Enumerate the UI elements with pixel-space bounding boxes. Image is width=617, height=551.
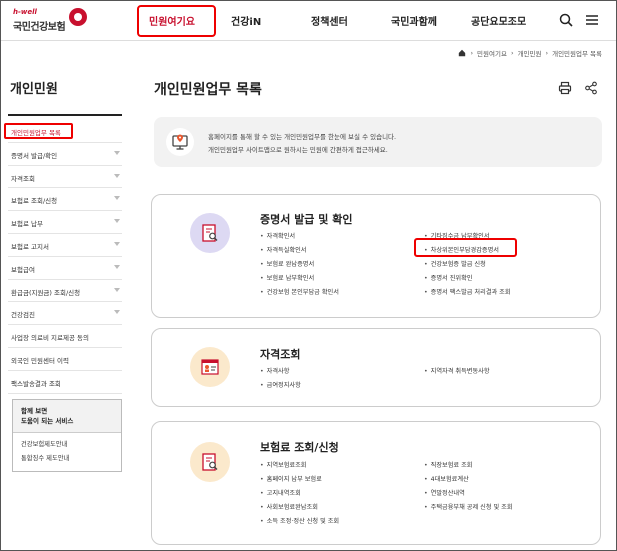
sidebar-item-label: 사업장 의료비 지료제공 동의 (11, 334, 89, 343)
related-services-title-line1: 함께 보면 (21, 407, 48, 415)
section-title: 증명서 발급 및 확인 (260, 213, 353, 226)
nav-item-with-people[interactable]: 국민과함께 (391, 13, 437, 28)
menu-icon[interactable] (584, 12, 600, 28)
section-card-eligibility: 자격조회 자격사항 급여정지사항 지역자격 취득변동사항 (151, 328, 601, 407)
sidebar-item-premium-payment[interactable]: 보험료 납부 (8, 211, 122, 234)
link-insurance-card-request[interactable]: 건강보험증 발급 신청 (424, 259, 486, 268)
chevron-down-icon (114, 150, 120, 155)
link-year-end-settlement[interactable]: 연말정산내역 (424, 488, 465, 497)
section-title: 자격조회 (260, 348, 301, 361)
share-icon[interactable] (584, 81, 598, 95)
sidebar-item-label: 외국인 민원센터 이력 (11, 356, 69, 365)
sidebar-item-label: 환급금(지원금) 조회/신청 (11, 288, 81, 297)
link-regional-eligibility-changes[interactable]: 지역자격 취득변동사항 (424, 366, 490, 375)
sidebar-item-label: 보험급여 (11, 265, 35, 274)
sidebar-item-label: 보험료 고지서 (11, 242, 49, 251)
sidebar-item-refunds[interactable]: 환급금(지원금) 조회/신청 (8, 280, 122, 303)
link-four-insurance-calculator[interactable]: 4대보험료계산 (424, 474, 469, 483)
logo-text: 국민건강보험 (13, 22, 66, 33)
link-income-adjustment[interactable]: 소득 조정·정산 신청 및 조회 (260, 516, 339, 525)
search-icon[interactable] (558, 12, 574, 28)
link-eligibility-certificate[interactable]: 자격확인서 (260, 231, 295, 240)
link-workplace-premium[interactable]: 직장보험료 조회 (424, 460, 473, 469)
breadcrumb-separator: › (510, 49, 514, 57)
site-header: h-well 국민건강보험 민원여기요 건강iN 정책센터 국민과함께 공단요모… (1, 1, 616, 41)
link-benefit-suspension[interactable]: 급여정지사항 (260, 380, 301, 389)
link-homepage-paid-premium[interactable]: 홈페이지 납부 보험료 (260, 474, 322, 483)
sidebar-item-label: 팩스발송결과 조회 (11, 379, 61, 388)
breadcrumb-item-current: 개인민원업무 목록 (552, 50, 602, 58)
related-services-title-line2: 도움이 되는 서비스 (21, 417, 74, 425)
notice-text-line1: 홈페이지를 통해 할 수 있는 개인민원업무를 한눈에 보실 수 있습니다. (208, 133, 397, 141)
section-title: 보험료 조회/신청 (260, 441, 339, 454)
monitor-icon (166, 128, 194, 156)
sidebar-item-label: 보험료 납부 (11, 220, 43, 229)
section-card-certificates: 증명서 발급 및 확인 자격확인서 자격득실확인서 보험료 완납증명서 보험료 … (151, 194, 601, 318)
premium-search-icon (190, 442, 230, 482)
sidebar-item-premium-notice[interactable]: 보험료 고지서 (8, 234, 122, 257)
chevron-down-icon (114, 310, 120, 315)
sidebar-divider (8, 114, 122, 116)
sidebar-item-label: 증명서 발급/확인 (11, 151, 58, 160)
sidebar-menu: 개인민원업무 목록 증명서 발급/확인 자격조회 보험료 조회/신청 보험료 납… (8, 120, 122, 394)
breadcrumb-separator: › (470, 49, 474, 57)
sidebar-item-label: 자격조회 (11, 174, 35, 183)
page-title: 개인민원업무 목록 (154, 82, 262, 98)
chevron-down-icon (114, 241, 120, 246)
nav-highlight-box (137, 5, 216, 37)
id-card-icon (190, 347, 230, 387)
link-housing-debt-deduction[interactable]: 주택금융부채 공제 신청 및 조회 (424, 502, 513, 511)
link-regional-premium[interactable]: 지역보험료조회 (260, 460, 307, 469)
link-eligibility-status[interactable]: 자격사항 (260, 366, 290, 375)
related-services-title: 함께 보면 도움이 되는 서비스 (13, 400, 121, 433)
nav-item-health-in[interactable]: 건강iN (231, 13, 261, 28)
sidebar-item-eligibility[interactable]: 자격조회 (8, 166, 122, 189)
related-link-integrated-collection[interactable]: 통합징수 제도안내 (21, 453, 69, 462)
breadcrumb-item-complaints[interactable]: 민원여기요 (477, 48, 507, 58)
sidebar-title: 개인민원 (10, 82, 58, 97)
link-certificate-verify[interactable]: 증명서 진위확인 (424, 273, 473, 282)
sidebar-item-label: 건강검진 (11, 311, 35, 320)
logo-mark-icon (69, 8, 87, 26)
sidebar-item-benefits[interactable]: 보험급여 (8, 257, 122, 280)
notice-text-line2: 개인민원업무 사이트맵으로 원하시는 민원에 간편하게 접근하세요. (208, 146, 388, 154)
certificate-search-icon (190, 213, 230, 253)
chevron-down-icon (114, 196, 120, 201)
nav-item-nhis-info[interactable]: 공단요모조모 (471, 13, 526, 28)
breadcrumb: › 민원여기요 › 개인민원 › 개인민원업무 목록 (458, 48, 602, 58)
sidebar-highlight-box (4, 123, 73, 139)
link-eligibility-history[interactable]: 자격득실확인서 (260, 245, 307, 254)
sidebar-item-fax-result[interactable]: 팩스발송결과 조회 (8, 371, 122, 394)
item-highlight-box (414, 238, 517, 257)
sidebar-item-checkup[interactable]: 건강검진 (8, 302, 122, 326)
site-logo[interactable]: h-well 국민건강보험 (13, 8, 93, 36)
chevron-down-icon (114, 219, 120, 224)
related-services-box: 함께 보면 도움이 되는 서비스 건강보험제도안내 통합징수 제도안내 (12, 399, 122, 472)
home-icon[interactable] (458, 49, 466, 57)
sidebar-item-foreigner-center[interactable]: 외국인 민원센터 이력 (8, 348, 122, 371)
breadcrumb-separator: › (545, 49, 549, 57)
nav-item-policy-center[interactable]: 정책센터 (311, 13, 348, 28)
logo-tagline: h-well (13, 8, 37, 16)
sidebar-item-certificates[interactable]: 증명서 발급/확인 (8, 143, 122, 166)
link-notice-history[interactable]: 고지내역조회 (260, 488, 301, 497)
print-icon[interactable] (558, 81, 572, 95)
sidebar-item-label: 보험료 조회/신청 (11, 197, 58, 206)
section-card-premium: 보험료 조회/신청 지역보험료조회 홈페이지 납부 보험료 고지내역조회 사회보… (151, 421, 601, 545)
sidebar-item-premium-inquiry[interactable]: 보험료 조회/신청 (8, 188, 122, 212)
chevron-down-icon (114, 287, 120, 292)
sidebar-item-medical-consent[interactable]: 사업장 의료비 지료제공 동의 (8, 325, 122, 348)
link-fax-result[interactable]: 증명서 팩스발급 처리결과 조회 (424, 287, 511, 296)
link-premium-payment-confirm[interactable]: 보험료 납부확인서 (260, 273, 315, 282)
page-frame: h-well 국민건강보험 민원여기요 건강iN 정책센터 국민과함께 공단요모… (0, 0, 617, 551)
link-premium-paid-certificate[interactable]: 보험료 완납증명서 (260, 259, 315, 268)
chevron-down-icon (114, 173, 120, 178)
notice-banner: 홈페이지를 통해 할 수 있는 개인민원업무를 한눈에 보실 수 있습니다. 개… (154, 117, 602, 167)
link-social-insurance-paid[interactable]: 사회보험료완납조회 (260, 502, 318, 511)
breadcrumb-item-personal[interactable]: 개인민원 (518, 48, 542, 58)
link-copay-confirm[interactable]: 건강보험 본인부담금 확인서 (260, 287, 339, 296)
related-link-insurance-system[interactable]: 건강보험제도안내 (21, 439, 67, 448)
chevron-down-icon (114, 264, 120, 269)
